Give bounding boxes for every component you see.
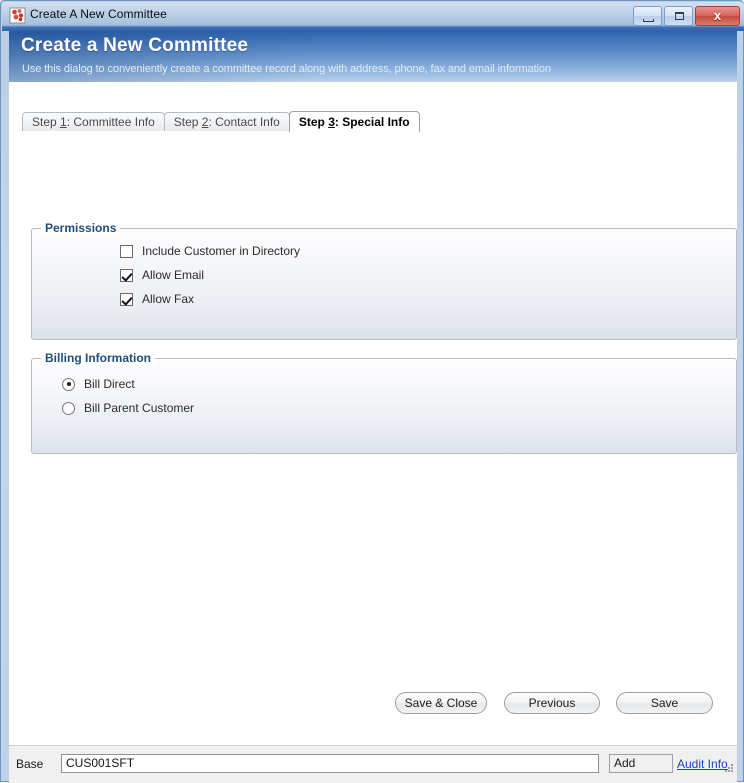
resize-grip-icon[interactable] — [725, 764, 734, 773]
audit-info-link[interactable]: Audit Info — [677, 757, 728, 771]
checkbox-row-include-customer-in-directory[interactable]: Include Customer in Directory — [120, 244, 300, 258]
allow-email-checkbox[interactable] — [120, 268, 133, 282]
radio-row-bill-direct[interactable]: Bill Direct — [62, 377, 135, 391]
dialog-window: Create A New Committee x Create a New Co… — [0, 0, 744, 783]
include-customer-in-directory-checkbox[interactable] — [120, 244, 133, 258]
tab-mnemonic: 1 — [60, 115, 67, 129]
minimize-button[interactable] — [633, 6, 662, 26]
checkbox-row-allow-fax[interactable]: Allow Fax — [120, 292, 194, 306]
close-button[interactable]: x — [695, 6, 740, 26]
tab-label-suffix: : Contact Info — [208, 115, 280, 129]
mode-panel: Add — [609, 754, 673, 773]
permissions-group: Permissions Include Customer in Director… — [31, 221, 737, 340]
tab-strip: Step 1: Committee Info Step 2: Contact I… — [22, 111, 420, 132]
radio-row-bill-parent-customer[interactable]: Bill Parent Customer — [62, 401, 194, 415]
previous-button[interactable]: Previous — [504, 692, 600, 714]
close-icon: x — [713, 8, 722, 23]
tab-mnemonic: 3 — [328, 115, 335, 129]
save-button[interactable]: Save — [616, 692, 713, 714]
save-and-close-button[interactable]: Save & Close — [395, 692, 487, 714]
checkbox-row-allow-email[interactable]: Allow Email — [120, 268, 204, 282]
tab-step-2-contact-info[interactable]: Step 2: Contact Info — [163, 112, 290, 132]
permissions-legend: Permissions — [41, 221, 121, 235]
minimize-icon — [643, 19, 654, 22]
bill-direct-radio[interactable] — [62, 377, 75, 391]
banner-title: Create a New Committee — [21, 35, 249, 56]
allow-fax-checkbox[interactable] — [120, 292, 133, 306]
bill-parent-customer-radio[interactable] — [62, 401, 75, 415]
maximize-button[interactable] — [664, 6, 693, 26]
bill-parent-customer-label: Bill Parent Customer — [84, 401, 195, 415]
tab-label-prefix: Step — [298, 115, 329, 129]
banner-subtitle: Use this dialog to conveniently create a… — [22, 63, 551, 75]
tab-label-suffix: : Special Info — [334, 115, 410, 129]
client-area: Step 1: Committee Info Step 2: Contact I… — [9, 82, 737, 745]
tab-label-suffix: : Committee Info — [66, 115, 155, 129]
base-label: Base — [16, 757, 44, 771]
billing-information-group: Billing Information Bill Direct Bill Par… — [31, 351, 737, 454]
bill-direct-label: Bill Direct — [84, 377, 135, 391]
base-value-field[interactable]: CUS001SFT — [61, 754, 599, 773]
tab-step-3-special-info[interactable]: Step 3: Special Info — [288, 111, 420, 132]
dialog-banner: Create a New Committee Use this dialog t… — [9, 31, 737, 82]
allow-fax-label: Allow Fax — [142, 292, 195, 306]
maximize-icon — [675, 12, 684, 20]
window-title: Create A New Committee — [30, 7, 167, 21]
tab-label-prefix: Step — [173, 115, 202, 129]
window-controls: x — [633, 6, 740, 26]
title-bar[interactable]: Create A New Committee x — [2, 2, 744, 31]
tab-step-1-committee-info[interactable]: Step 1: Committee Info — [22, 112, 165, 132]
include-customer-in-directory-label: Include Customer in Directory — [142, 244, 301, 258]
app-icon — [9, 7, 26, 24]
tab-label-prefix: Step — [32, 115, 61, 129]
allow-email-label: Allow Email — [142, 268, 205, 282]
billing-information-legend: Billing Information — [41, 351, 155, 365]
status-bar: Base CUS001SFT Add Audit Info — [9, 745, 737, 783]
